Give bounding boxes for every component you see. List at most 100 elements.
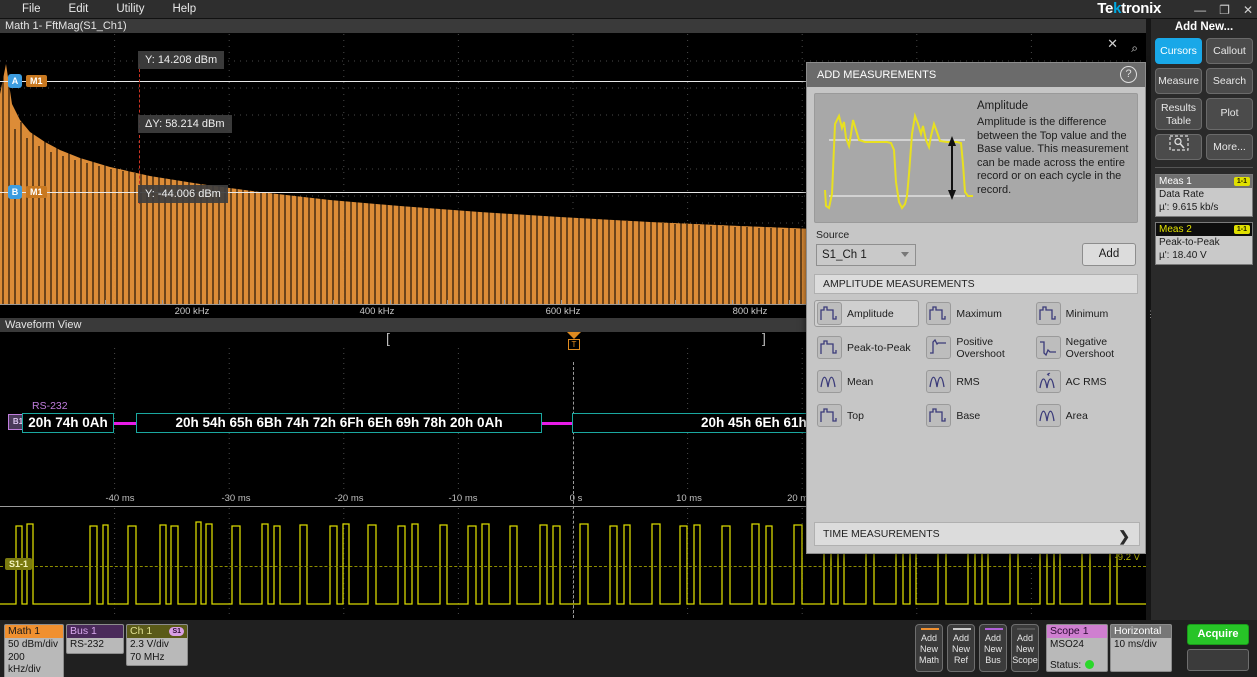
measurement-label: Base: [956, 410, 980, 422]
sidebar-button-plot[interactable]: Plot: [1206, 98, 1253, 130]
measurement-label: RMS: [956, 376, 979, 388]
amplitude-section-header: AMPLITUDE MEASUREMENTS: [814, 274, 1138, 294]
close-icon[interactable]: ✕: [1243, 4, 1253, 16]
sidebar-button-more[interactable]: More...: [1206, 134, 1253, 160]
sidebar-button-callout[interactable]: Callout: [1206, 38, 1253, 64]
time-measurements-label: TIME MEASUREMENTS: [823, 528, 940, 540]
vertical-cursor-line[interactable]: [139, 64, 140, 204]
badge-ch-1-body: 2.3 V/div 70 MHz: [127, 638, 187, 665]
measurement-item-area[interactable]: Area: [1033, 402, 1138, 429]
channel-badge-s1-1[interactable]: S1-1: [5, 558, 32, 570]
meas-2-value: µ': 18.40 V: [1159, 250, 1249, 263]
measurement-item-minimum[interactable]: Minimum: [1033, 300, 1138, 327]
bus-protocol-label: RS-232: [32, 400, 68, 412]
badge-scope-1-title: Scope 1: [1047, 625, 1107, 638]
sidebar-meas-card-1[interactable]: Meas 1 1-1 Data Rate µ': 9.615 kb/s: [1155, 174, 1253, 217]
menu-bar: File Edit Utility Help Tektronix — ❐ ✕: [0, 0, 1257, 19]
preview-description: Amplitude is the difference between the …: [977, 116, 1129, 197]
step-down-icon: [1036, 302, 1061, 325]
wave-icon: [817, 370, 842, 393]
meas-1-title: Meas 1: [1159, 176, 1192, 187]
source-select-value: S1_Ch 1: [822, 249, 867, 261]
time-tick-10ms: 10 ms: [676, 493, 702, 504]
badge-horizontal-body: 10 ms/div: [1111, 638, 1171, 653]
measurement-item-base[interactable]: Base: [923, 402, 1028, 429]
measurement-label: Mean: [847, 376, 873, 388]
add-button[interactable]: Add: [1082, 243, 1136, 266]
badge-math-1[interactable]: Math 1 50 dBm/div 200 kHz/div FFTmag(S..…: [4, 624, 64, 677]
menu-item-help[interactable]: Help: [166, 0, 202, 18]
meas-1-name: Data Rate: [1159, 189, 1249, 202]
measurement-item-positive-overshoot[interactable]: Positive Overshoot: [923, 334, 1028, 361]
sidebar-button-results-table[interactable]: Results Table: [1155, 98, 1202, 130]
meas-1-value: µ': 9.615 kb/s: [1159, 202, 1249, 215]
acquire-button[interactable]: Acquire: [1187, 624, 1249, 645]
sidebar-button-measure[interactable]: Measure: [1155, 68, 1202, 94]
badge-math-1-body: 50 dBm/div 200 kHz/div FFTmag(S...: [5, 638, 63, 677]
measurement-item-maximum[interactable]: Maximum: [923, 300, 1028, 327]
add-new-scope-button[interactable]: AddNewScope: [1011, 624, 1039, 672]
measurement-item-top[interactable]: Top: [814, 402, 919, 429]
menu-item-file[interactable]: File: [16, 0, 47, 18]
add-new-math-button[interactable]: AddNewMath: [915, 624, 943, 672]
undershoot-icon: [1036, 336, 1061, 359]
status-label: Status:: [1050, 660, 1081, 671]
menu-item-edit[interactable]: Edit: [63, 0, 95, 18]
sidebar-button-zoom-select[interactable]: [1155, 134, 1202, 160]
badge-horizontal-title: Horizontal: [1111, 625, 1171, 638]
measurement-item-ac-rms[interactable]: AC RMS: [1033, 368, 1138, 395]
menu-item-utility[interactable]: Utility: [110, 0, 150, 18]
cursor-a-badge[interactable]: A: [8, 74, 22, 88]
badge-ch-1-tag: S1: [169, 627, 184, 636]
cursor-b-badge[interactable]: B: [8, 185, 22, 199]
right-sidebar: Add New... Cursors Callout Measure Searc…: [1151, 19, 1257, 620]
sidebar-button-search[interactable]: Search: [1206, 68, 1253, 94]
add-new-bus-button[interactable]: AddNewBus: [979, 624, 1007, 672]
zoom-select-icon: [1169, 135, 1189, 160]
bus-packet-2[interactable]: 20h 54h 65h 6Bh 74h 72h 6Fh 6Eh 69h 78h …: [136, 413, 542, 433]
logo-part-k: k: [1113, 0, 1121, 17]
sidebar-button-cursors[interactable]: Cursors: [1155, 38, 1202, 64]
step-down-icon: [817, 302, 842, 325]
measurement-item-mean[interactable]: Mean: [814, 368, 919, 395]
chevron-down-icon: [901, 252, 909, 257]
freq-tick-200khz: 200 kHz: [175, 306, 210, 317]
meas-1-header: Meas 1 1-1: [1156, 175, 1252, 188]
record-start-bracket[interactable]: [: [386, 332, 390, 344]
minimize-icon[interactable]: —: [1194, 4, 1206, 16]
chevron-right-icon: ❯: [1118, 525, 1130, 548]
math-view-title: Math 1- FftMag(S1_Ch1): [0, 19, 1146, 34]
measurement-item-rms[interactable]: RMS: [923, 368, 1028, 395]
meas-2-body: Peak-to-Peak µ': 18.40 V: [1156, 236, 1252, 264]
help-icon[interactable]: ?: [1120, 66, 1137, 83]
measurement-label: Area: [1066, 410, 1088, 422]
step-down-icon: [926, 404, 951, 427]
source-select[interactable]: S1_Ch 1: [816, 244, 916, 266]
badge-ch-1[interactable]: Ch 1 S1 2.3 V/div 70 MHz: [126, 624, 188, 666]
readout-cursor-b: Y: -44.006 dBm: [138, 185, 228, 203]
acquire-secondary-button[interactable]: [1187, 649, 1249, 671]
badge-ch-1-header: Ch 1 S1: [127, 625, 187, 638]
status-dot-icon: [1085, 660, 1094, 669]
sidebar-meas-card-2[interactable]: Meas 2 1-1 Peak-to-Peak µ': 18.40 V: [1155, 222, 1253, 265]
measurement-item-amplitude[interactable]: Amplitude: [814, 300, 919, 327]
wave-ac-icon: [1036, 370, 1061, 393]
measurement-label: AC RMS: [1066, 376, 1107, 388]
measurement-label: Positive Overshoot: [956, 336, 1025, 360]
badge-scope-1[interactable]: Scope 1 MSO24 Status:: [1046, 624, 1108, 672]
add-new-ref-button[interactable]: AddNewRef: [947, 624, 975, 672]
tektronix-logo: Tektronix: [1097, 0, 1161, 19]
measurement-item-peak-to-peak[interactable]: Peak-to-Peak: [814, 334, 919, 361]
record-end-bracket[interactable]: ]: [762, 332, 766, 344]
badge-ch-1-title: Ch 1: [130, 625, 152, 637]
badge-bus-1-title: Bus 1: [67, 625, 123, 638]
bottom-status-bar: Math 1 50 dBm/div 200 kHz/div FFTmag(S..…: [0, 620, 1257, 677]
bus-packet-1[interactable]: 20h 74h 0Ah: [22, 413, 114, 433]
maximize-icon[interactable]: ❐: [1219, 4, 1230, 16]
badge-bus-1[interactable]: Bus 1 RS-232: [66, 624, 124, 654]
measurement-item-negative-overshoot[interactable]: Negative Overshoot: [1033, 334, 1138, 361]
badge-horizontal[interactable]: Horizontal 10 ms/div: [1110, 624, 1172, 672]
time-measurements-section[interactable]: TIME MEASUREMENTS ❯: [814, 522, 1140, 546]
overshoot-icon: [926, 336, 951, 359]
cursor-a-source: M1: [26, 75, 47, 87]
